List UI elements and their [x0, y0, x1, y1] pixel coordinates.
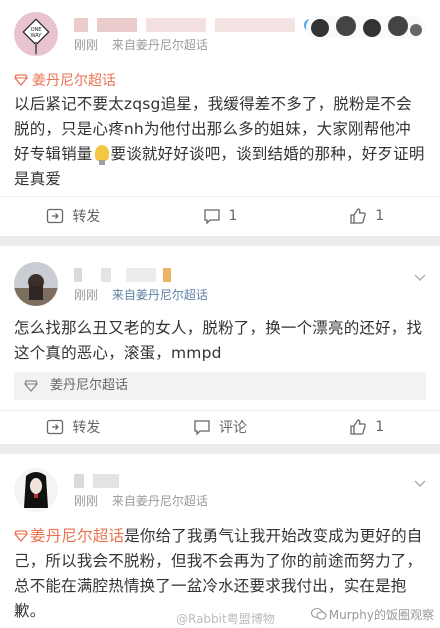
post-text: 怎么找那么丑又老的女人，脱粉了，换一个漂亮的还好，找这个真的恶心，滚蛋，mmpd [14, 316, 426, 366]
weibo-post-1: ONE WAY 铁粉 刚刚 来自姜丹尼尔超话 [0, 0, 440, 236]
super-topic-chip-label: 姜丹尼尔超话 [50, 378, 129, 393]
post-meta: 刚刚 来自姜丹尼尔超话 [74, 36, 208, 53]
username-redacted[interactable] [74, 470, 120, 488]
chevron-down-icon[interactable] [414, 480, 426, 488]
action-bar: 转发 1 1 [0, 196, 440, 236]
super-topic-icon [14, 530, 28, 542]
wechat-icon [310, 607, 327, 620]
like-count: 1 [375, 208, 385, 224]
avatar[interactable] [14, 468, 58, 512]
like-button[interactable]: 1 [293, 410, 440, 444]
username-redacted[interactable] [74, 264, 172, 282]
avatar[interactable] [14, 262, 58, 306]
svg-text:WAY: WAY [31, 33, 43, 39]
post-header: 刚刚 来自姜丹尼尔超话 [14, 466, 426, 514]
like-count: 1 [375, 419, 385, 435]
chevron-down-icon[interactable] [414, 274, 426, 282]
post-source[interactable]: 来自姜丹尼尔超话 [112, 38, 208, 52]
comment-button[interactable]: 1 [147, 196, 294, 236]
super-topic-label: 姜丹尼尔超话 [32, 73, 116, 89]
repost-label: 转发 [72, 209, 101, 225]
bulb-emoji-icon [94, 145, 109, 165]
comment-label: 评论 [219, 420, 247, 436]
post-time: 刚刚 [74, 288, 99, 302]
super-topic-icon [24, 380, 38, 392]
super-topic-tag[interactable]: 姜丹尼尔超话 [14, 70, 116, 90]
post-source[interactable]: 来自姜丹尼尔超话 [112, 288, 208, 302]
comment-icon [203, 209, 220, 225]
post-meta: 刚刚 来自姜丹尼尔超话 [74, 286, 208, 303]
post-header: ONE WAY 铁粉 刚刚 来自姜丹尼尔超话 [14, 10, 426, 58]
wechat-watermark-text: Murphy的饭圈观察 [328, 608, 434, 622]
like-button[interactable]: 1 [293, 196, 440, 236]
post-meta: 刚刚 来自姜丹尼尔超话 [74, 492, 208, 509]
weibo-post-3: 刚刚 来自姜丹尼尔超话 姜丹尼尔超话是你给了我勇气让我开始改变成为更好的自己，所… [0, 454, 440, 628]
thumbs-up-icon [350, 208, 367, 224]
repost-label: 转发 [72, 420, 101, 436]
post-time: 刚刚 [74, 494, 99, 508]
avatar[interactable]: ONE WAY [14, 12, 58, 56]
thumbs-up-icon [350, 419, 367, 435]
username-redacted[interactable]: 铁粉 [74, 14, 329, 32]
sticker-decoration [306, 10, 426, 44]
comment-button[interactable]: 评论 [147, 410, 294, 444]
super-topic-chip[interactable]: 姜丹尼尔超话 [14, 372, 426, 400]
post-source[interactable]: 来自姜丹尼尔超话 [112, 494, 208, 508]
repost-icon [47, 208, 64, 224]
post-time: 刚刚 [74, 38, 99, 52]
wechat-watermark: Murphy的饭圈观察 [310, 606, 434, 623]
action-bar: 转发 评论 1 [0, 410, 440, 444]
weibo-post-2: 刚刚 来自姜丹尼尔超话 怎么找那么丑又老的女人，脱粉了，换一个漂亮的还好，找这个… [0, 246, 440, 444]
post-separator [0, 236, 440, 246]
post-header: 刚刚 来自姜丹尼尔超话 [14, 260, 426, 308]
post-separator [0, 444, 440, 454]
repost-icon [47, 419, 64, 435]
weibo-watermark: @Rabbit粤盟博物 [176, 612, 275, 626]
comment-count: 1 [228, 208, 238, 224]
super-topic-icon [14, 74, 28, 86]
repost-button[interactable]: 转发 [0, 196, 147, 236]
comment-icon [194, 420, 210, 436]
repost-button[interactable]: 转发 [0, 410, 147, 444]
post-text: 以后紧记不要太zqsg追星，我缓得差不多了，脱粉是不会脱的，只是心疼nh为他付出… [14, 92, 426, 192]
post-text-content: 怎么找那么丑又老的女人，脱粉了，换一个漂亮的还好，找这个真的恶心，滚蛋，mmpd [14, 319, 423, 362]
super-topic-link[interactable]: 姜丹尼尔超话 [30, 527, 124, 545]
